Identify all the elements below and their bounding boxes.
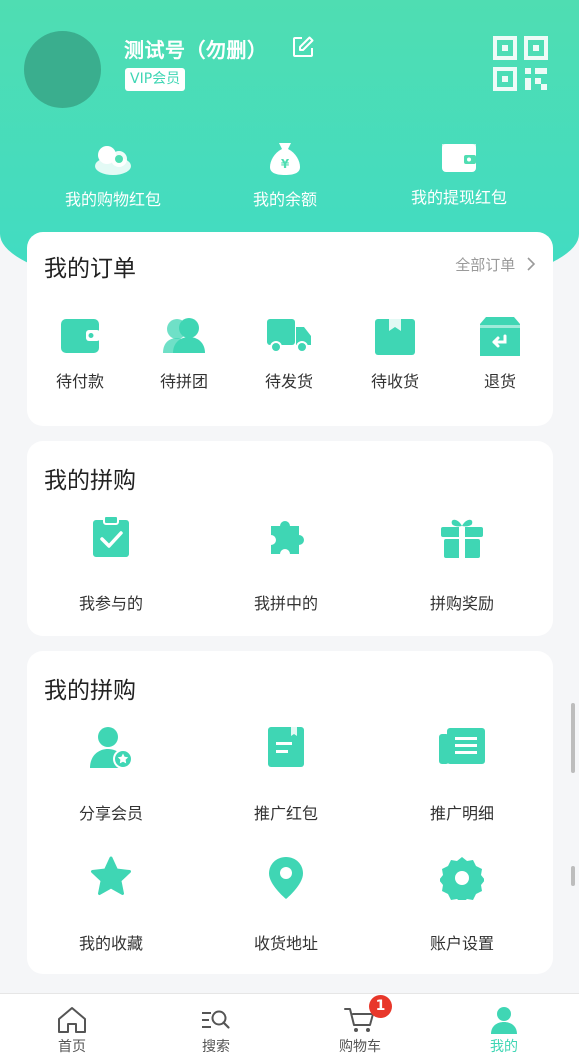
order-label: 退货 xyxy=(483,372,516,391)
puzzle-icon xyxy=(271,521,304,554)
star-icon xyxy=(91,856,131,895)
tab-label: 我的 xyxy=(490,1039,518,1055)
tab-label: 搜索 xyxy=(202,1039,230,1055)
user-star-icon xyxy=(90,727,132,768)
service-label: 我的收藏 xyxy=(78,934,143,953)
orders-card: 我的订单 全部订单 待付款 待拼团 待发货 待收货 退货 xyxy=(27,232,553,426)
home-icon xyxy=(58,1007,86,1033)
tab-home[interactable]: 首页 xyxy=(12,994,132,1062)
group-buy-joined[interactable]: 我参与的 xyxy=(65,516,157,614)
group-buy-title: 我的拼购 xyxy=(44,468,136,494)
group-buy-won[interactable]: 我拼中的 xyxy=(240,516,332,614)
document-icon xyxy=(268,727,304,767)
order-label: 待发货 xyxy=(264,372,313,391)
my-favorites[interactable]: 我的收藏 xyxy=(65,856,157,954)
order-pending-receipt[interactable]: 待收货 xyxy=(356,316,434,392)
group-buy-label: 我参与的 xyxy=(78,594,143,613)
svg-text:¥: ¥ xyxy=(281,157,290,171)
avatar[interactable] xyxy=(24,31,101,108)
group-buy-rewards[interactable]: 拼购奖励 xyxy=(416,516,508,614)
wallet-row: 我的购物红包 ¥ 我的余额 我的提现红包 xyxy=(0,140,579,220)
service-label: 分享会员 xyxy=(78,804,143,823)
group-buy-card: 我的拼购 我参与的 我拼中的 拼购奖励 xyxy=(27,441,553,636)
wallet-icon xyxy=(61,319,100,353)
service-label: 收货地址 xyxy=(253,934,318,953)
order-label: 待拼团 xyxy=(159,372,208,391)
tab-cart[interactable]: 购物车 xyxy=(300,994,420,1062)
newspaper-icon xyxy=(439,728,485,764)
clipboard-check-icon xyxy=(93,516,129,557)
box-icon xyxy=(375,319,415,355)
settings-gear-icon xyxy=(440,857,484,900)
service-label: 账户设置 xyxy=(429,934,494,953)
chevron-right-icon xyxy=(527,257,536,271)
qr-code-icon[interactable] xyxy=(492,35,549,92)
truck-icon xyxy=(267,319,311,353)
share-membership[interactable]: 分享会员 xyxy=(65,726,157,824)
group-buy-label: 我拼中的 xyxy=(253,594,318,613)
location-pin-icon xyxy=(269,857,303,899)
order-pending-shipment[interactable]: 待发货 xyxy=(250,316,328,392)
service-label: 推广红包 xyxy=(253,804,318,823)
order-pending-group[interactable]: 待拼团 xyxy=(145,316,223,392)
order-label: 待付款 xyxy=(55,372,104,391)
tab-profile[interactable]: 我的 xyxy=(444,994,564,1062)
wallet-label: 我的购物红包 xyxy=(64,190,161,209)
order-pending-payment[interactable]: 待付款 xyxy=(41,316,119,392)
yen-bag-icon: ¥ xyxy=(270,143,300,175)
scrollbar-thumb-lower[interactable] xyxy=(571,866,575,886)
services-title: 我的拼购 xyxy=(44,678,136,704)
search-icon xyxy=(202,1010,230,1029)
group-users-icon xyxy=(163,318,205,353)
username: 测试号（勿删） xyxy=(124,38,268,62)
wallet-withdraw-redpacket[interactable]: 我的提现红包 xyxy=(400,140,518,208)
all-orders-label: 全部订单 xyxy=(455,256,516,274)
services-card: 我的拼购 分享会员 推广红包 推广明细 我的收藏 收货地址 账户设置 xyxy=(27,651,553,974)
scrollbar-thumb[interactable] xyxy=(571,703,575,773)
wallet-balance[interactable]: ¥ 我的余额 xyxy=(240,140,330,210)
user-icon xyxy=(491,1007,517,1034)
tab-label: 购物车 xyxy=(339,1039,381,1055)
service-label: 推广明细 xyxy=(429,804,494,823)
group-buy-label: 拼购奖励 xyxy=(429,594,494,613)
all-orders-link[interactable]: 全部订单 xyxy=(455,254,536,275)
wallet-label: 我的余额 xyxy=(252,190,317,209)
tab-label: 首页 xyxy=(58,1039,86,1055)
vip-badge: VIP会员 xyxy=(125,68,186,91)
orders-title: 我的订单 xyxy=(44,256,136,282)
tab-search[interactable]: 搜索 xyxy=(156,994,276,1062)
wallet-shopping-redpacket[interactable]: 我的购物红包 xyxy=(55,140,171,210)
wallet-label: 我的提现红包 xyxy=(410,188,507,207)
shipping-address[interactable]: 收货地址 xyxy=(240,856,332,954)
cart-count-badge: 1 xyxy=(369,995,392,1018)
gift-icon xyxy=(441,519,483,558)
return-box-icon xyxy=(480,317,520,356)
account-settings[interactable]: 账户设置 xyxy=(416,856,508,954)
bottom-tab-bar: 首页 搜索 购物车 我的 xyxy=(0,993,579,1062)
money-bag-coins-icon xyxy=(95,146,131,175)
order-label: 待收货 xyxy=(370,372,419,391)
order-return[interactable]: 退货 xyxy=(461,316,539,392)
promo-redpacket[interactable]: 推广红包 xyxy=(240,726,332,824)
wallet-icon xyxy=(442,144,476,172)
edit-icon[interactable] xyxy=(291,35,315,59)
promo-details[interactable]: 推广明细 xyxy=(416,726,508,824)
